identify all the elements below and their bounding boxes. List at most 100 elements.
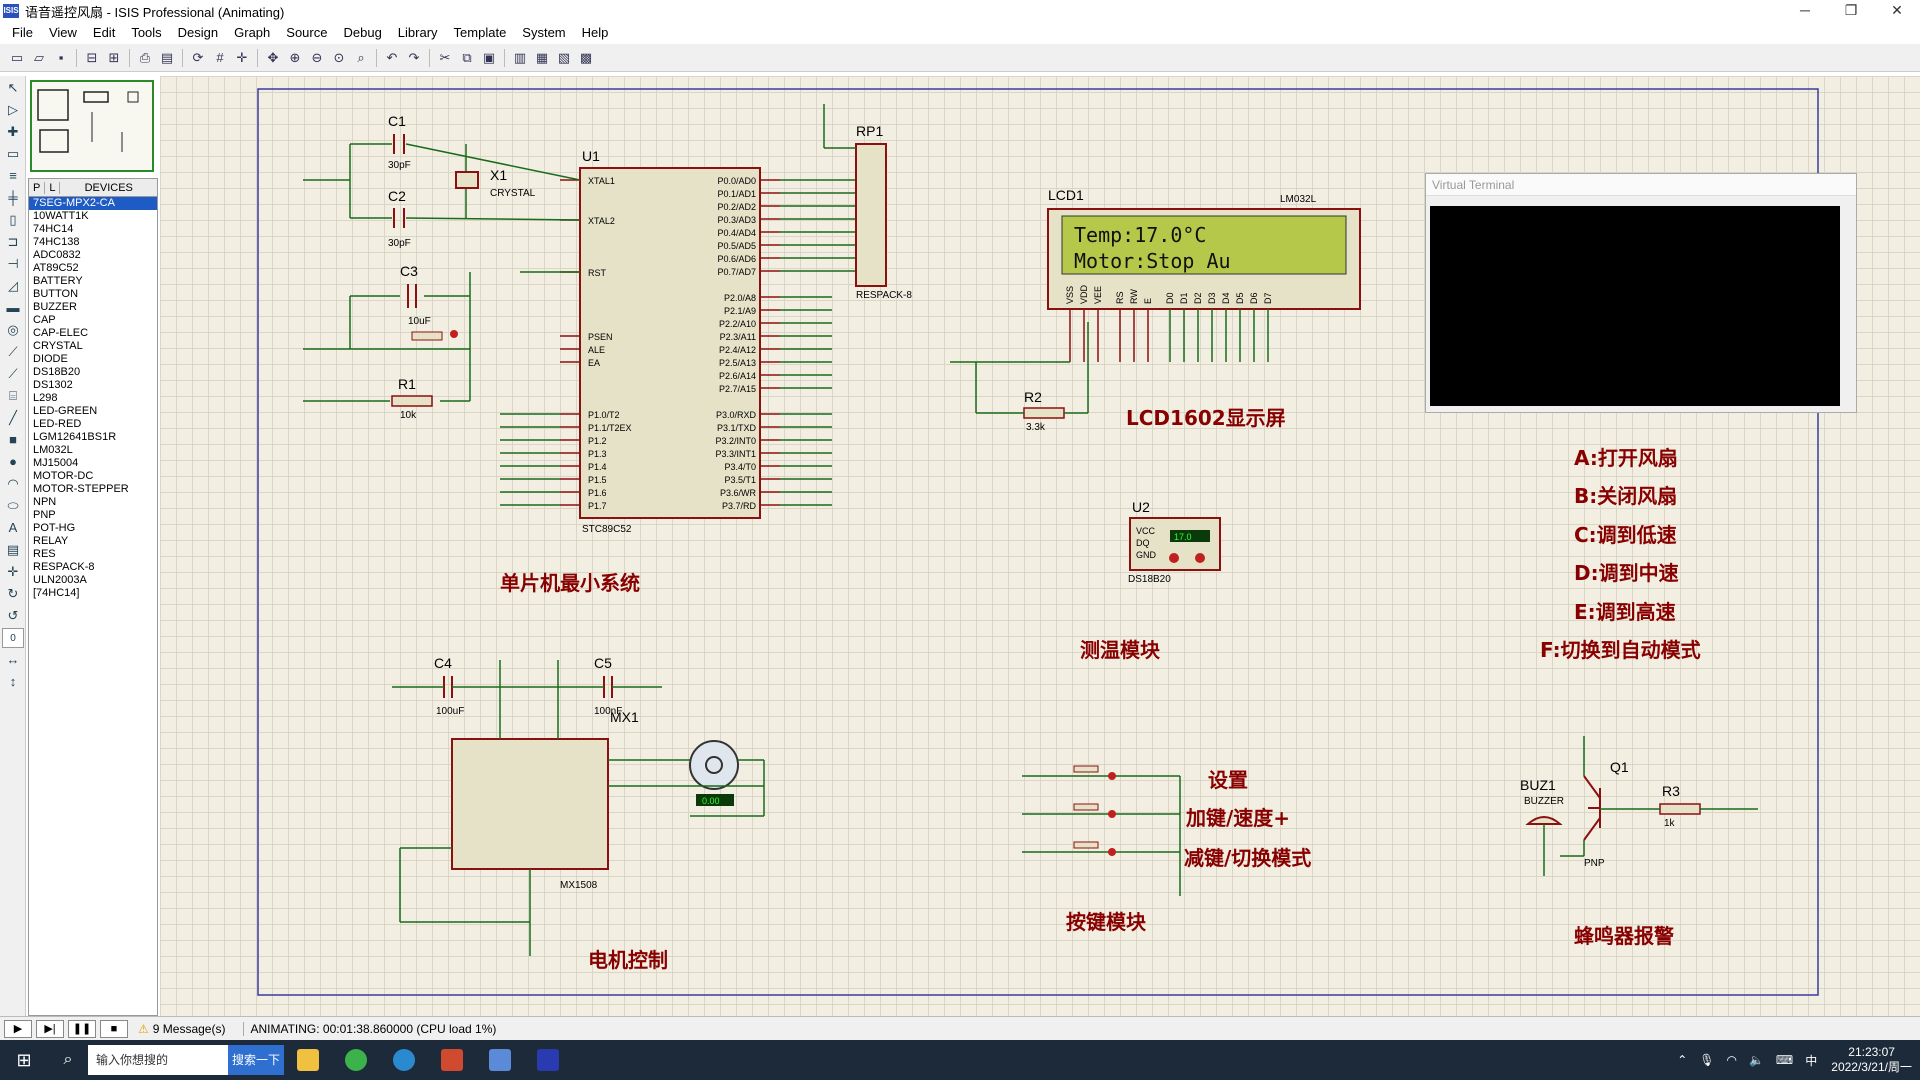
app-icon-blue[interactable] <box>476 1040 524 1080</box>
selection-mode-icon[interactable]: ↖ <box>2 78 24 98</box>
device-item[interactable]: BUTTON <box>29 288 157 301</box>
device-item[interactable]: LGM12641BS1R <box>29 431 157 444</box>
menu-source[interactable]: Source <box>278 25 335 40</box>
print-area-icon[interactable]: ▤ <box>157 48 177 68</box>
overview-window[interactable] <box>30 80 154 172</box>
path-icon[interactable]: ⬭ <box>2 496 24 516</box>
device-item[interactable]: ULN2003A <box>29 574 157 587</box>
device-pin-icon[interactable]: ⊣ <box>2 254 24 274</box>
save-icon[interactable]: ▪ <box>51 48 71 68</box>
terminal-icon[interactable]: ⊐ <box>2 232 24 252</box>
device-item[interactable]: 74HC138 <box>29 236 157 249</box>
resistor-r3[interactable] <box>1659 803 1701 815</box>
tape-recorder-icon[interactable]: ▬ <box>2 298 24 318</box>
file-explorer-icon[interactable] <box>284 1040 332 1080</box>
arc-icon[interactable]: ◠ <box>2 474 24 494</box>
device-item[interactable]: MJ15004 <box>29 457 157 470</box>
block-delete-icon[interactable]: ▩ <box>576 48 596 68</box>
step-button[interactable]: ▶| <box>36 1019 64 1038</box>
origin-icon[interactable]: ✛ <box>232 48 252 68</box>
virtual-terminal-window[interactable]: Virtual Terminal <box>1425 173 1857 413</box>
menu-help[interactable]: Help <box>574 25 617 40</box>
zoom-area-icon[interactable]: ⌕ <box>351 48 371 68</box>
junction-icon[interactable]: ✚ <box>2 122 24 142</box>
device-item[interactable]: L298 <box>29 392 157 405</box>
device-item[interactable]: LED-RED <box>29 418 157 431</box>
rotate-cw-icon[interactable]: ↻ <box>2 584 24 604</box>
zoom-all-icon[interactable]: ⊙ <box>329 48 349 68</box>
motor-driver-mx1[interactable] <box>451 738 609 870</box>
device-item[interactable]: LED-GREEN <box>29 405 157 418</box>
device-item[interactable]: BATTERY <box>29 275 157 288</box>
redo-icon[interactable]: ↷ <box>404 48 424 68</box>
search-icon[interactable]: ⌕ <box>48 1051 88 1069</box>
text-icon[interactable]: A <box>2 518 24 538</box>
device-item[interactable]: DS1302 <box>29 379 157 392</box>
device-item[interactable]: CRYSTAL <box>29 340 157 353</box>
circle-icon[interactable]: ● <box>2 452 24 472</box>
capacitor-c2[interactable] <box>393 208 405 228</box>
device-item[interactable]: DIODE <box>29 353 157 366</box>
resistor-r1[interactable] <box>391 395 433 407</box>
library-manager-button[interactable]: L <box>45 181 61 194</box>
menu-view[interactable]: View <box>41 25 85 40</box>
voltage-probe-icon[interactable]: ⟋ <box>2 342 24 362</box>
open-file-icon[interactable]: ▱ <box>29 48 49 68</box>
browser-icon[interactable] <box>380 1040 428 1080</box>
close-button[interactable]: ✕ <box>1874 0 1920 22</box>
device-item[interactable]: CAP-ELEC <box>29 327 157 340</box>
mirror-x-icon[interactable]: ↔ <box>2 650 24 670</box>
device-item[interactable]: DS18B20 <box>29 366 157 379</box>
resistor-r2[interactable] <box>950 322 1089 419</box>
menu-debug[interactable]: Debug <box>335 25 389 40</box>
device-item[interactable]: ADC0832 <box>29 249 157 262</box>
menu-system[interactable]: System <box>514 25 573 40</box>
network-icon[interactable]: ◠ <box>1726 1053 1736 1067</box>
device-item[interactable]: 7SEG-MPX2-CA <box>29 197 157 210</box>
key-button-set[interactable] <box>1073 765 1116 780</box>
capacitor-c3[interactable] <box>407 284 417 308</box>
pick-devices-button[interactable]: P <box>29 181 46 194</box>
isis-taskbar-icon[interactable] <box>524 1040 572 1080</box>
capacitor-c1[interactable] <box>393 134 405 154</box>
taskbar-search-input[interactable]: 输入你想搜的 <box>88 1045 228 1075</box>
taskbar-clock[interactable]: 21:23:07 2022/3/21/周一 <box>1831 1045 1912 1075</box>
mirror-y-icon[interactable]: ↕ <box>2 672 24 692</box>
ds18b20-u2[interactable]: 17.0 VCC DQ GND <box>1129 517 1221 571</box>
reset-button[interactable] <box>411 330 458 341</box>
block-rotate-icon[interactable]: ▧ <box>554 48 574 68</box>
tray-expand-icon[interactable]: ⌃ <box>1677 1053 1687 1067</box>
print-icon[interactable]: ⎙ <box>135 48 155 68</box>
export-icon[interactable]: ⊞ <box>104 48 124 68</box>
rotate-ccw-icon[interactable]: ↺ <box>2 606 24 626</box>
device-item[interactable]: RELAY <box>29 535 157 548</box>
volume-icon[interactable]: 🔈 <box>1749 1053 1764 1067</box>
line-icon[interactable]: ╱ <box>2 408 24 428</box>
grid-icon[interactable]: # <box>210 48 230 68</box>
marker-icon[interactable]: ✛ <box>2 562 24 582</box>
device-item[interactable]: CAP <box>29 314 157 327</box>
device-item[interactable]: POT-HG <box>29 522 157 535</box>
cut-icon[interactable]: ✂ <box>435 48 455 68</box>
key-button-add[interactable] <box>1073 803 1116 818</box>
device-item[interactable]: LM032L <box>29 444 157 457</box>
pause-button[interactable]: ❚❚ <box>68 1019 96 1038</box>
transistor-q1[interactable] <box>1583 775 1601 841</box>
subcircuit-icon[interactable]: ▯ <box>2 210 24 230</box>
menu-graph[interactable]: Graph <box>226 25 278 40</box>
app-icon-red[interactable] <box>428 1040 476 1080</box>
microphone-icon[interactable]: 🎙 <box>1699 1053 1714 1067</box>
virtual-instrument-icon[interactable]: ⌸ <box>2 386 24 406</box>
device-item[interactable]: NPN <box>29 496 157 509</box>
virtual-terminal-screen[interactable] <box>1430 206 1840 406</box>
key-button-sub[interactable] <box>1073 841 1116 856</box>
bus-icon[interactable]: ╪ <box>2 188 24 208</box>
taskbar-search-button[interactable]: 搜索一下 <box>228 1045 284 1075</box>
menu-design[interactable]: Design <box>170 25 226 40</box>
buzzer-buz1[interactable] <box>1525 816 1563 825</box>
messages-indicator[interactable]: ⚠ 9 Message(s) <box>138 1022 225 1036</box>
undo-icon[interactable]: ↶ <box>382 48 402 68</box>
generator-icon[interactable]: ◎ <box>2 320 24 340</box>
device-item[interactable]: RESPACK-8 <box>29 561 157 574</box>
box-icon[interactable]: ■ <box>2 430 24 450</box>
